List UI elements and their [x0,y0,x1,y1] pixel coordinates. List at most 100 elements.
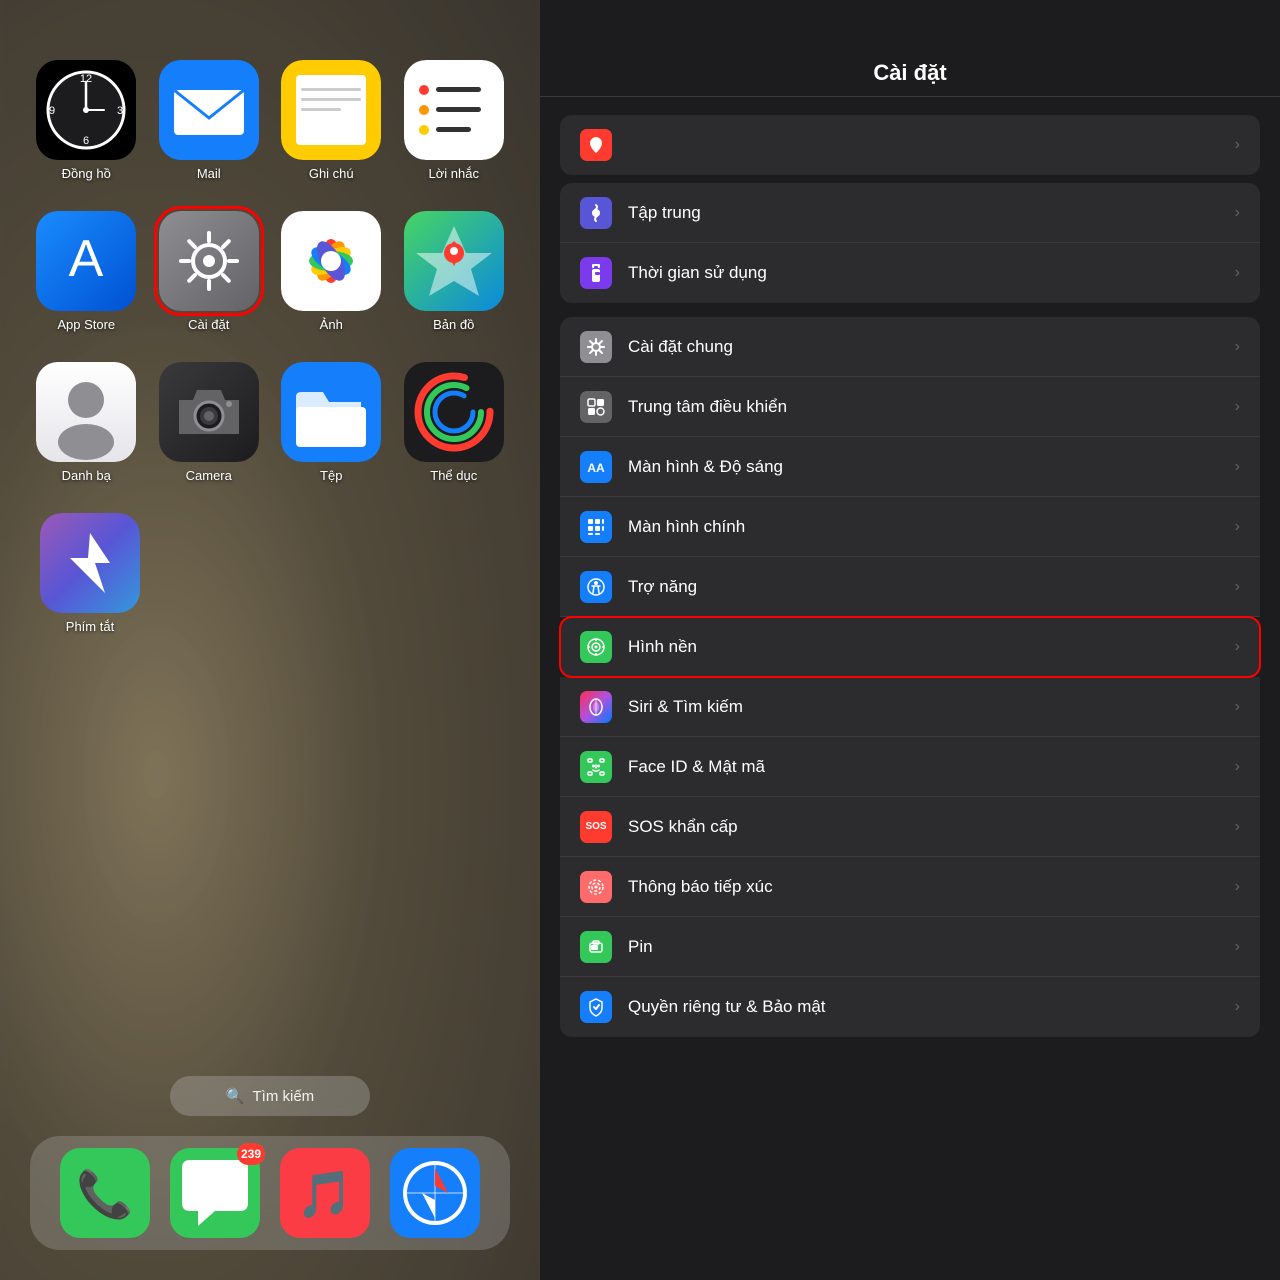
phone-icon: 📞 [60,1148,150,1238]
hinh-nen-icon [580,631,612,663]
settings-panel: Cài đặt › Tập trung [540,0,1280,1280]
face-id-icon [580,751,612,783]
tro-nang-label: Trợ năng [628,577,1235,597]
dock: 📞 239 🎵 [30,1136,510,1250]
music-icon: 🎵 [280,1148,370,1238]
man-hinh-chinh-label: Màn hình chính [628,517,1235,537]
tap-trung-label: Tập trung [628,203,1235,223]
photos-icon [281,211,381,311]
settings-icon [159,211,259,311]
clock-label: Đồng hồ [62,166,111,181]
face-id-label: Face ID & Mật mã [628,757,1235,777]
thong-bao-icon [580,871,612,903]
shortcuts-icon [40,513,140,613]
contacts-label: Danh bạ [62,468,111,483]
settings-item-siri[interactable]: Siri & Tìm kiếm › [560,677,1260,737]
messages-badge: 239 [237,1143,265,1165]
svg-text:🎵: 🎵 [296,1168,353,1220]
app-maps[interactable]: Bản đồ [398,211,511,332]
fitness-label: Thể dục [430,468,477,483]
camera-label: Camera [186,468,232,483]
app-contacts[interactable]: Danh bạ [30,362,143,483]
app-settings[interactable]: Cài đặt [153,211,266,332]
settings-item-quyen-rieng-tu[interactable]: Quyền riêng tư & Bảo mật › [560,977,1260,1037]
settings-item-man-hinh-chinh[interactable]: Màn hình chính › [560,497,1260,557]
quyen-rieng-tu-icon [580,991,612,1023]
settings-item-hinh-nen[interactable]: Hình nền › [560,617,1260,677]
settings-title: Cài đặt [873,60,946,85]
files-icon [281,362,381,462]
svg-text:📞: 📞 [76,1165,134,1221]
settings-item-man-hinh[interactable]: AA Màn hình & Độ sáng › [560,437,1260,497]
siri-label: Siri & Tìm kiếm [628,697,1235,717]
tro-nang-icon [580,571,612,603]
trung-tam-label: Trung tâm điều khiển [628,397,1235,417]
app-clock[interactable]: 12 6 3 9 Đồng hồ [30,60,143,181]
search-icon: 🔍 [226,1087,245,1105]
settings-item-tap-trung[interactable]: Tập trung › [560,183,1260,243]
photos-label: Ảnh [320,317,343,332]
app-photos[interactable]: Ảnh [275,211,388,332]
search-label: Tìm kiếm [253,1088,315,1105]
settings-item-sos[interactable]: SOS SOS khẩn cấp › [560,797,1260,857]
trung-tam-icon [580,391,612,423]
thoi-gian-icon [580,257,612,289]
partial-icon [580,129,612,161]
maps-label: Bản đồ [433,317,474,332]
partial-chevron: › [1235,136,1240,154]
home-content: 12 6 3 9 Đồng hồ [0,0,540,1280]
svg-text:3: 3 [117,105,123,117]
app-appstore[interactable]: A App Store [30,211,143,332]
thong-bao-label: Thông báo tiếp xúc [628,877,1235,897]
app-mail[interactable]: Mail [153,60,266,181]
svg-text:AA: AA [587,461,605,475]
reminders-label: Lời nhắc [429,166,479,181]
files-label: Tệp [320,468,342,483]
app-shortcuts[interactable]: Phím tắt [40,513,140,634]
settings-item-cai-dat-chung[interactable]: Cài đặt chung › [560,317,1260,377]
appstore-icon: A [36,211,136,311]
settings-item-trung-tam[interactable]: Trung tâm điều khiển › [560,377,1260,437]
settings-item-thoi-gian[interactable]: Thời gian sử dụng › [560,243,1260,303]
reminders-icon [404,60,504,160]
settings-item-pin[interactable]: Pin › [560,917,1260,977]
thoi-gian-chevron: › [1235,264,1240,282]
contacts-icon [36,362,136,462]
settings-item-tro-nang[interactable]: Trợ năng › [560,557,1260,617]
dock-phone[interactable]: 📞 [60,1148,150,1238]
sos-icon: SOS [580,811,612,843]
mail-label: Mail [197,166,221,181]
settings-label: Cài đặt [188,317,229,332]
app-files[interactable]: Tệp [275,362,388,483]
mail-icon [159,60,259,160]
cai-dat-chung-label: Cài đặt chung [628,337,1235,357]
settings-item-face-id[interactable]: Face ID & Mật mã › [560,737,1260,797]
settings-header: Cài đặt [540,0,1280,97]
svg-text:6: 6 [83,135,89,147]
siri-icon [580,691,612,723]
dock-safari[interactable] [390,1148,480,1238]
settings-item-thong-bao[interactable]: Thông báo tiếp xúc › [560,857,1260,917]
app-camera[interactable]: Camera [153,362,266,483]
hinh-nen-label: Hình nền [628,637,1235,657]
home-screen: 12 6 3 9 Đồng hồ [0,0,540,1280]
dock-messages[interactable]: 239 [170,1148,260,1238]
cai-dat-chung-icon [580,331,612,363]
dock-music[interactable]: 🎵 [280,1148,370,1238]
thoi-gian-label: Thời gian sử dụng [628,263,1235,283]
app-fitness[interactable]: Thể dục [398,362,511,483]
app-notes[interactable]: Ghi chú [275,60,388,181]
pin-label: Pin [628,937,1235,957]
camera-icon [159,362,259,462]
search-bar[interactable]: 🔍 Tìm kiếm [170,1076,370,1116]
app-grid: 12 6 3 9 Đồng hồ [30,60,510,483]
sos-label: SOS khẩn cấp [628,817,1235,837]
safari-icon [390,1148,480,1238]
tap-trung-icon [580,197,612,229]
notes-icon [281,60,381,160]
app-reminders[interactable]: Lời nhắc [398,60,511,181]
appstore-label: App Store [57,317,115,332]
tap-trung-chevron: › [1235,204,1240,222]
fitness-icon [404,362,504,462]
maps-icon [404,211,504,311]
